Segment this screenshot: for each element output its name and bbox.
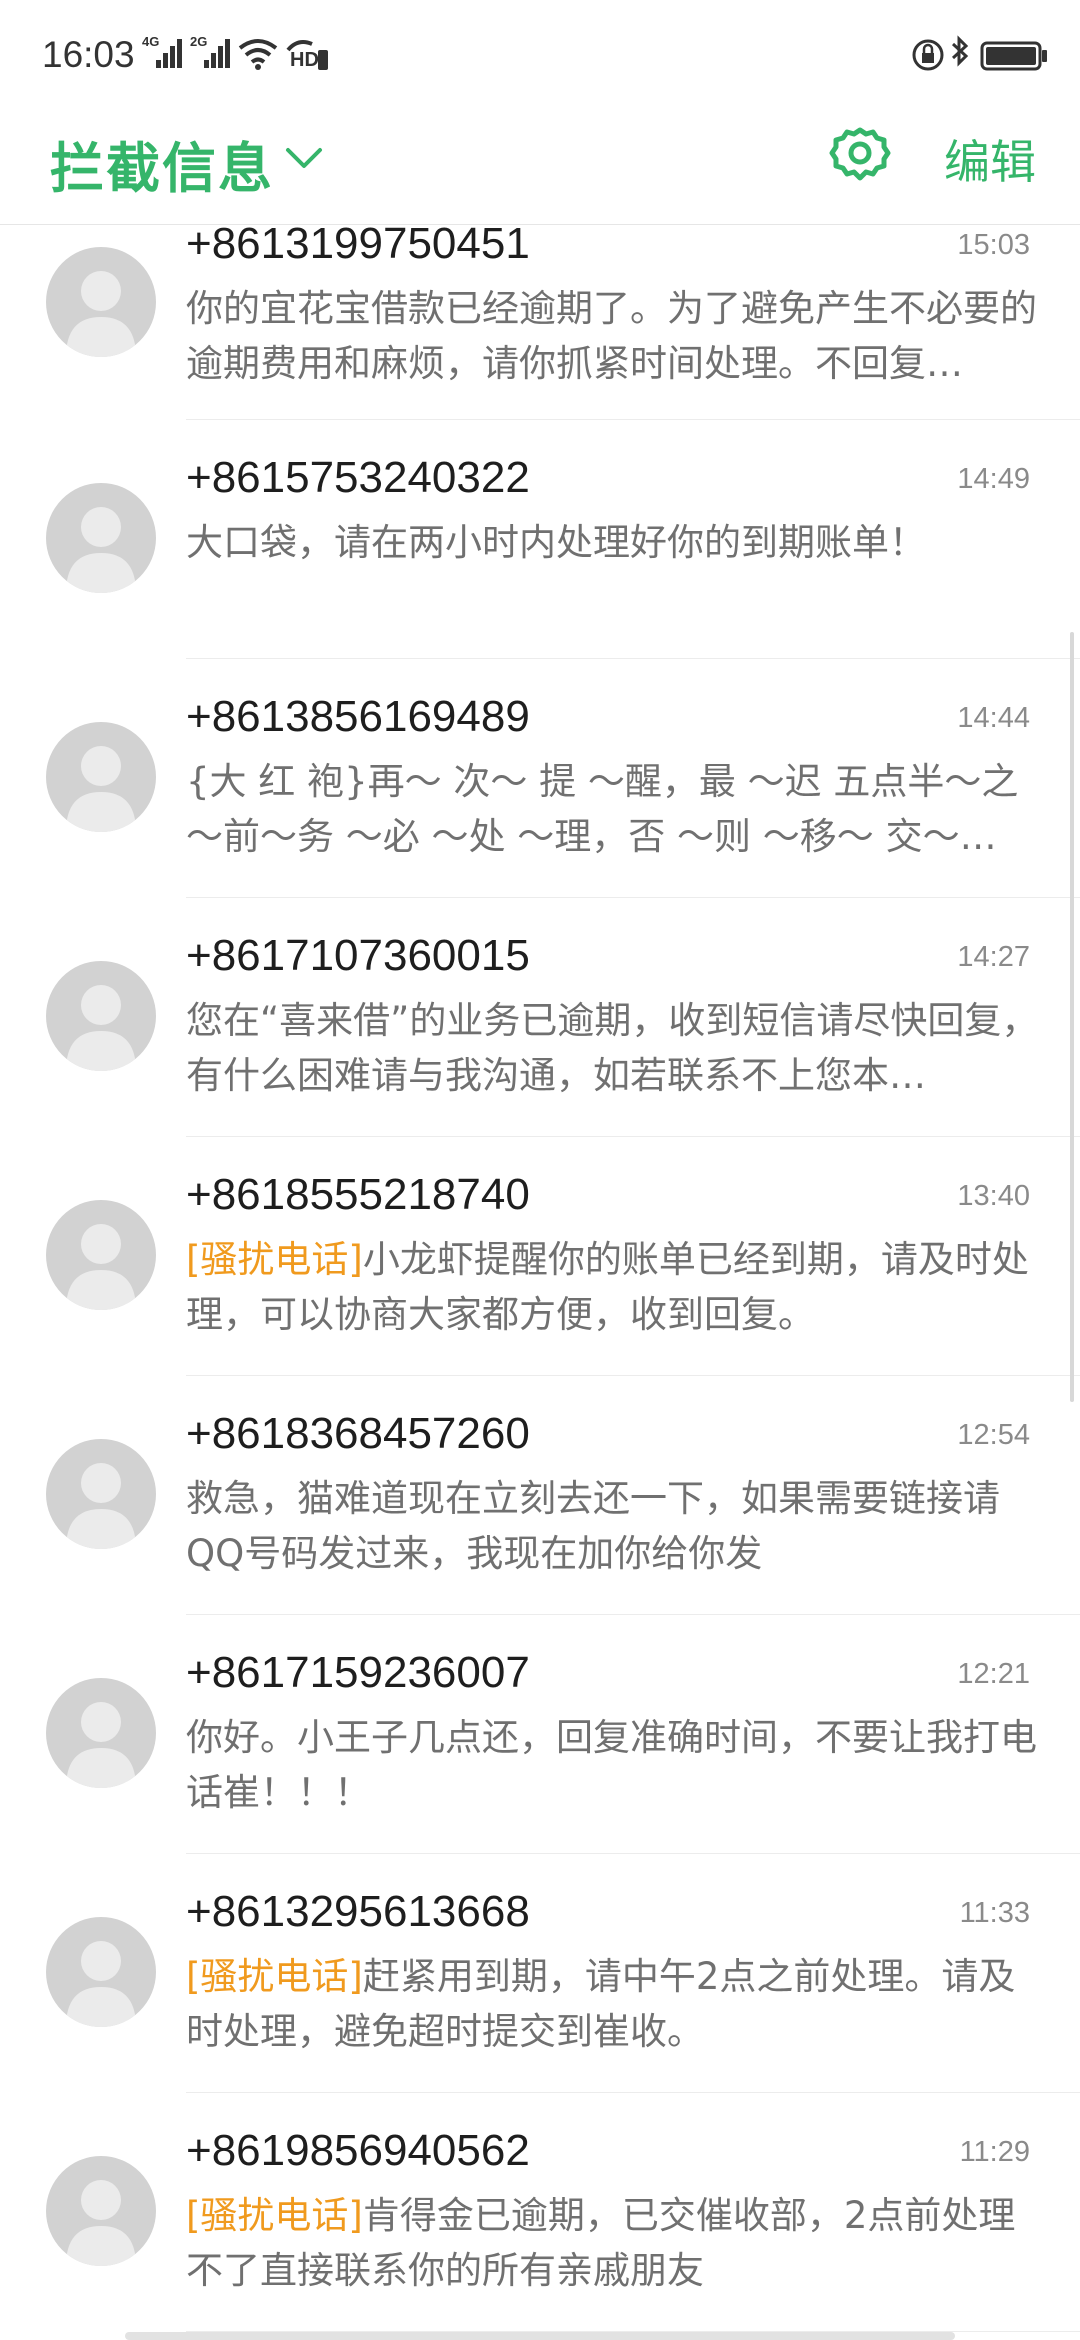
message-time: 11:29 [959,2136,1030,2168]
message-time: 14:44 [957,702,1030,734]
gear-icon[interactable] [828,122,892,186]
message-list[interactable]: +8613199750451 15:03 你的宜花宝借款已经逾期了。为了避免产生… [0,225,1080,2340]
message-time: 14:27 [957,941,1030,973]
avatar [46,722,156,832]
battery-icon [980,41,1047,71]
sender-number: +8615753240322 [186,453,530,502]
spam-tag: [骚扰电话] [186,1238,363,1281]
sender-number: +8619856940562 [186,2126,530,2175]
sender-number: +8618368457260 [186,1409,530,1458]
avatar [46,961,156,1071]
list-item[interactable]: +8613295613668 11:33 [骚扰电话]赶紧用到期，请中午2点之前… [0,1854,1080,2093]
message-time: 12:54 [957,1419,1030,1451]
message-time: 11:33 [959,1897,1030,1929]
message-preview: 你的宜花宝借款已经逾期了。为了避免产生不必要的逾期费用和麻烦，请你抓紧时间处理。… [186,287,1037,385]
avatar [46,247,156,357]
list-item[interactable]: +8613856169489 14:44 {大 红 袍}再～ 次～ 提 ～醒，最… [0,659,1080,898]
sim1-signal-icon: 4G [142,34,182,72]
avatar [46,1678,156,1788]
avatar [46,1439,156,1549]
avatar [46,1917,156,2027]
app-header: 拦截信息 编辑 [0,110,1080,225]
list-item[interactable]: +8617107360015 14:27 您在“喜来借”的业务已逾期，收到短信请… [0,898,1080,1137]
avatar [46,483,156,593]
list-item[interactable]: +8618368457260 12:54 救急，猫难道现在立刻去还一下，如果需要… [0,1376,1080,1615]
message-preview: [骚扰电话]赶紧用到期，请中午2点之前处理。请及时处理，避免超时提交到崔收。 [186,1955,1016,2053]
spam-tag: [骚扰电话] [186,1955,363,1998]
message-preview: 您在“喜来借”的业务已逾期，收到短信请尽快回复，有什么困难请与我沟通，如若联系不… [186,999,1039,1097]
wifi-icon [238,36,278,70]
avatar [46,1200,156,1310]
message-preview: [骚扰电话]小龙虾提醒你的账单已经到期，请及时处理，可以协商大家都方便，收到回复… [186,1238,1029,1336]
message-preview: 大口袋，请在两小时内处理好你的到期账单！ [186,521,926,564]
sim2-signal-icon: 2G [190,34,230,72]
status-time: 16:03 [42,34,135,75]
hd-call-icon: HD [284,36,334,72]
sender-number: +8617107360015 [186,931,530,980]
message-preview: 你好。小王子几点还，回复准确时间，不要让我打电话崔！！！ [186,1716,1037,1814]
list-item[interactable]: +8613199750451 15:03 你的宜花宝借款已经逾期了。为了避免产生… [0,225,1080,420]
message-time: 12:21 [957,1658,1030,1690]
message-time: 14:49 [957,463,1030,495]
edit-button[interactable]: 编辑 [944,126,1036,192]
message-preview: {大 红 袍}再～ 次～ 提 ～醒，最 ～迟 五点半～之～前～务 ～必 ～处 ～… [186,760,1019,858]
list-item[interactable]: +8619856940562 11:29 [骚扰电话]肯得金已逾期，已交催收部，… [0,2093,1080,2332]
sender-number: +8613199750451 [186,225,530,268]
message-time: 15:03 [957,229,1030,261]
list-item[interactable]: +8617159236007 12:21 你好。小王子几点还，回复准确时间，不要… [0,1615,1080,1854]
page-title[interactable]: 拦截信息 [50,124,274,203]
rotation-lock-icon [912,39,944,71]
sender-number: +8613295613668 [186,1887,530,1936]
message-preview: [骚扰电话]肯得金已逾期，已交催收部，2点前处理不了直接联系你的所有亲戚朋友 [186,2194,1016,2292]
list-item[interactable]: +8615753240322 14:49 大口袋，请在两小时内处理好你的到期账单… [0,420,1080,659]
message-time: 13:40 [957,1180,1030,1212]
status-right-icons [912,30,1052,80]
list-item[interactable]: +8618555218740 13:40 [骚扰电话]小龙虾提醒你的账单已经到期… [0,1137,1080,1376]
bluetooth-icon [951,35,969,67]
avatar [46,2156,156,2266]
sender-number: +8617159236007 [186,1648,530,1697]
spam-tag: [骚扰电话] [186,2194,363,2237]
sender-number: +8613856169489 [186,692,530,741]
status-bar: 16:03 4G 2G HD [0,0,1080,110]
chevron-down-icon[interactable] [282,136,326,180]
bottom-edge-bar [125,2332,955,2340]
message-preview: 救急，猫难道现在立刻去还一下，如果需要链接请QQ号码发过来，我现在加你给你发 [186,1477,1000,1575]
scrollbar[interactable] [1070,632,1074,1402]
sender-number: +8618555218740 [186,1170,530,1219]
